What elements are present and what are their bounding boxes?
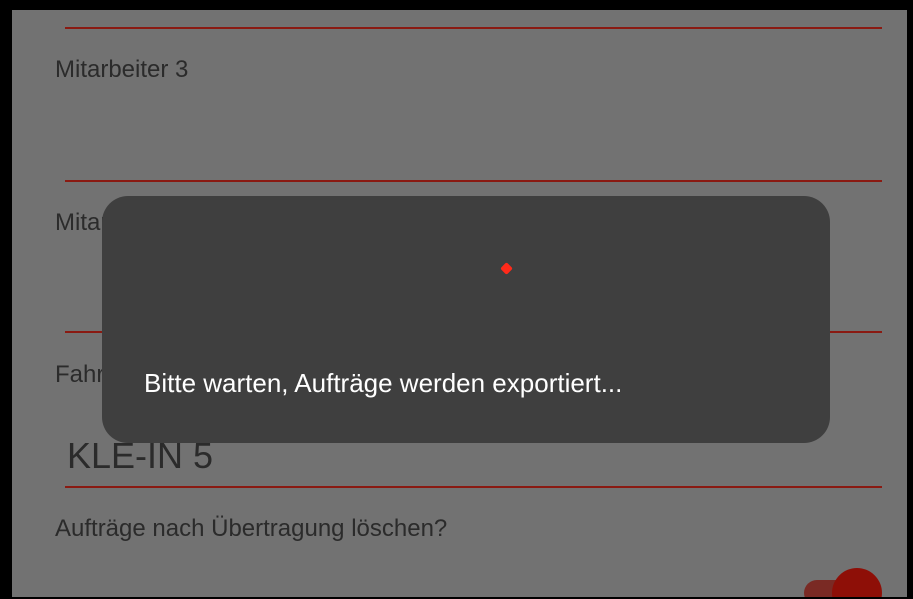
progress-dialog: Bitte warten, Aufträge werden exportiert… bbox=[102, 196, 830, 443]
vehicle-input-underline bbox=[65, 486, 882, 488]
progress-message: Bitte warten, Aufträge werden exportiert… bbox=[144, 368, 623, 398]
settings-screen: Mitarbeiter 3 Mitarbeiter 4 Fahrzeug KLE… bbox=[12, 10, 907, 599]
field-divider bbox=[65, 27, 882, 29]
employee3-label: Mitarbeiter 3 bbox=[55, 56, 189, 83]
delete-after-transfer-label: Aufträge nach Übertragung löschen? bbox=[55, 515, 448, 542]
loading-spinner-icon bbox=[500, 262, 513, 275]
toggle-thumb[interactable] bbox=[832, 568, 882, 599]
employee3-input-underline[interactable] bbox=[65, 180, 882, 182]
